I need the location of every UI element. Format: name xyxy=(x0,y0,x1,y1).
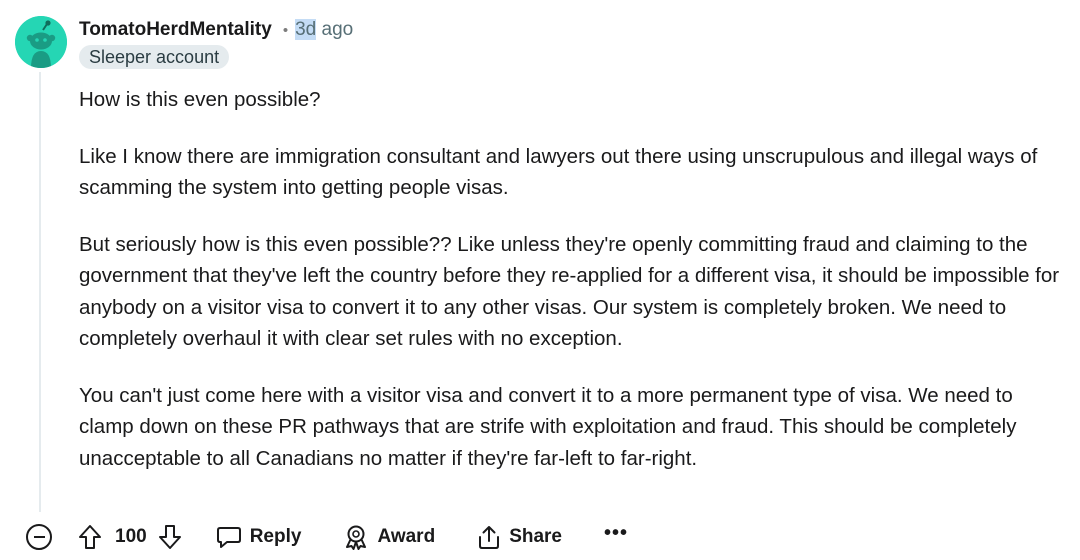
speech-bubble-icon xyxy=(216,527,241,548)
downvote-arrow-icon xyxy=(158,525,181,549)
avatar[interactable] xyxy=(15,16,67,68)
comment-paragraph: But seriously how is this even possible?… xyxy=(79,232,1060,351)
award-label: Award xyxy=(377,526,436,547)
comment-header: TomatoHerdMentality • 3d ago xyxy=(79,16,353,44)
award-button[interactable]: Award xyxy=(343,524,435,550)
timestamp-highlight: 3d xyxy=(295,19,317,40)
downvote-button[interactable] xyxy=(158,524,182,550)
collapse-button[interactable] xyxy=(26,524,52,550)
share-upload-icon xyxy=(479,526,500,549)
comment-paragraph: You can't just come here with a visitor … xyxy=(79,383,1017,470)
snoo-avatar-icon xyxy=(15,16,67,68)
vote-score: 100 xyxy=(115,526,147,547)
upvote-button[interactable] xyxy=(78,524,102,550)
reply-button[interactable]: Reply xyxy=(216,525,302,549)
award-ribbon-icon xyxy=(346,525,367,550)
share-label: Share xyxy=(509,526,562,547)
meta-separator: • xyxy=(282,21,289,39)
upvote-arrow-icon xyxy=(79,525,101,549)
collapse-minus-icon xyxy=(33,536,45,538)
user-flair: Sleeper account xyxy=(79,45,230,69)
comment-paragraph: Like I know there are immigration consul… xyxy=(79,144,1038,200)
more-options-button[interactable]: ••• xyxy=(604,523,628,551)
comment-action-bar: 100 Reply Award Share ••• xyxy=(26,519,628,555)
timestamp[interactable]: 3d ago xyxy=(295,19,353,41)
comment-body: How is this even possible? Like I know t… xyxy=(79,84,1069,499)
author-username[interactable]: TomatoHerdMentality xyxy=(79,19,272,41)
comment-paragraph: How is this even possible? xyxy=(79,88,321,111)
ellipsis-icon: ••• xyxy=(604,522,629,544)
share-button[interactable]: Share xyxy=(477,524,562,550)
timestamp-suffix: ago xyxy=(316,19,354,40)
reply-label: Reply xyxy=(249,526,302,547)
thread-line[interactable] xyxy=(39,72,41,512)
